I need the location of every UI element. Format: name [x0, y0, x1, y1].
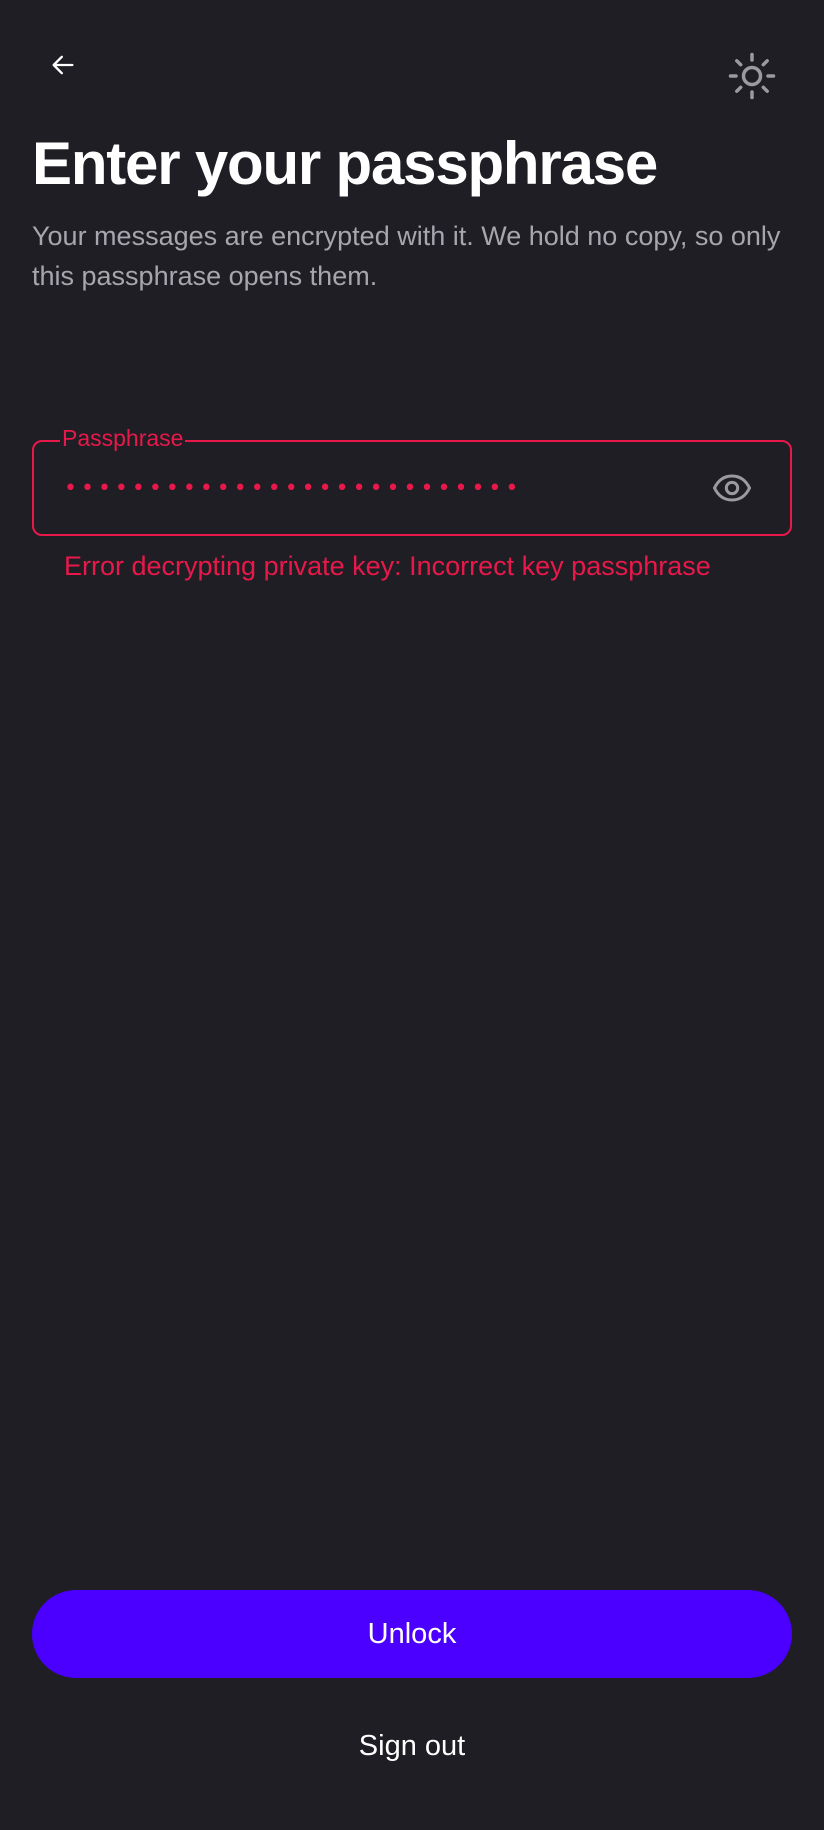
eye-icon [712, 474, 752, 502]
arrow-left-icon [52, 55, 74, 75]
theme-toggle-button[interactable] [722, 46, 782, 106]
passphrase-input[interactable]: ••••••••••••••••••••••••••• [64, 442, 664, 534]
sign-out-button[interactable]: Sign out [312, 1718, 512, 1774]
passphrase-field[interactable]: Passphrase ••••••••••••••••••••••••••• [32, 422, 792, 536]
sun-icon [728, 52, 776, 100]
back-button[interactable] [38, 40, 88, 90]
toggle-visibility-button[interactable] [710, 466, 754, 510]
page-subtitle: Your messages are encrypted with it. We … [32, 221, 781, 291]
passphrase-screen: Enter your passphrase Your messages are … [0, 0, 824, 1830]
unlock-button[interactable]: Unlock [32, 1590, 792, 1678]
page-title: Enter your passphrase [32, 130, 658, 197]
error-message: Error decrypting private key: Incorrect … [64, 551, 711, 581]
